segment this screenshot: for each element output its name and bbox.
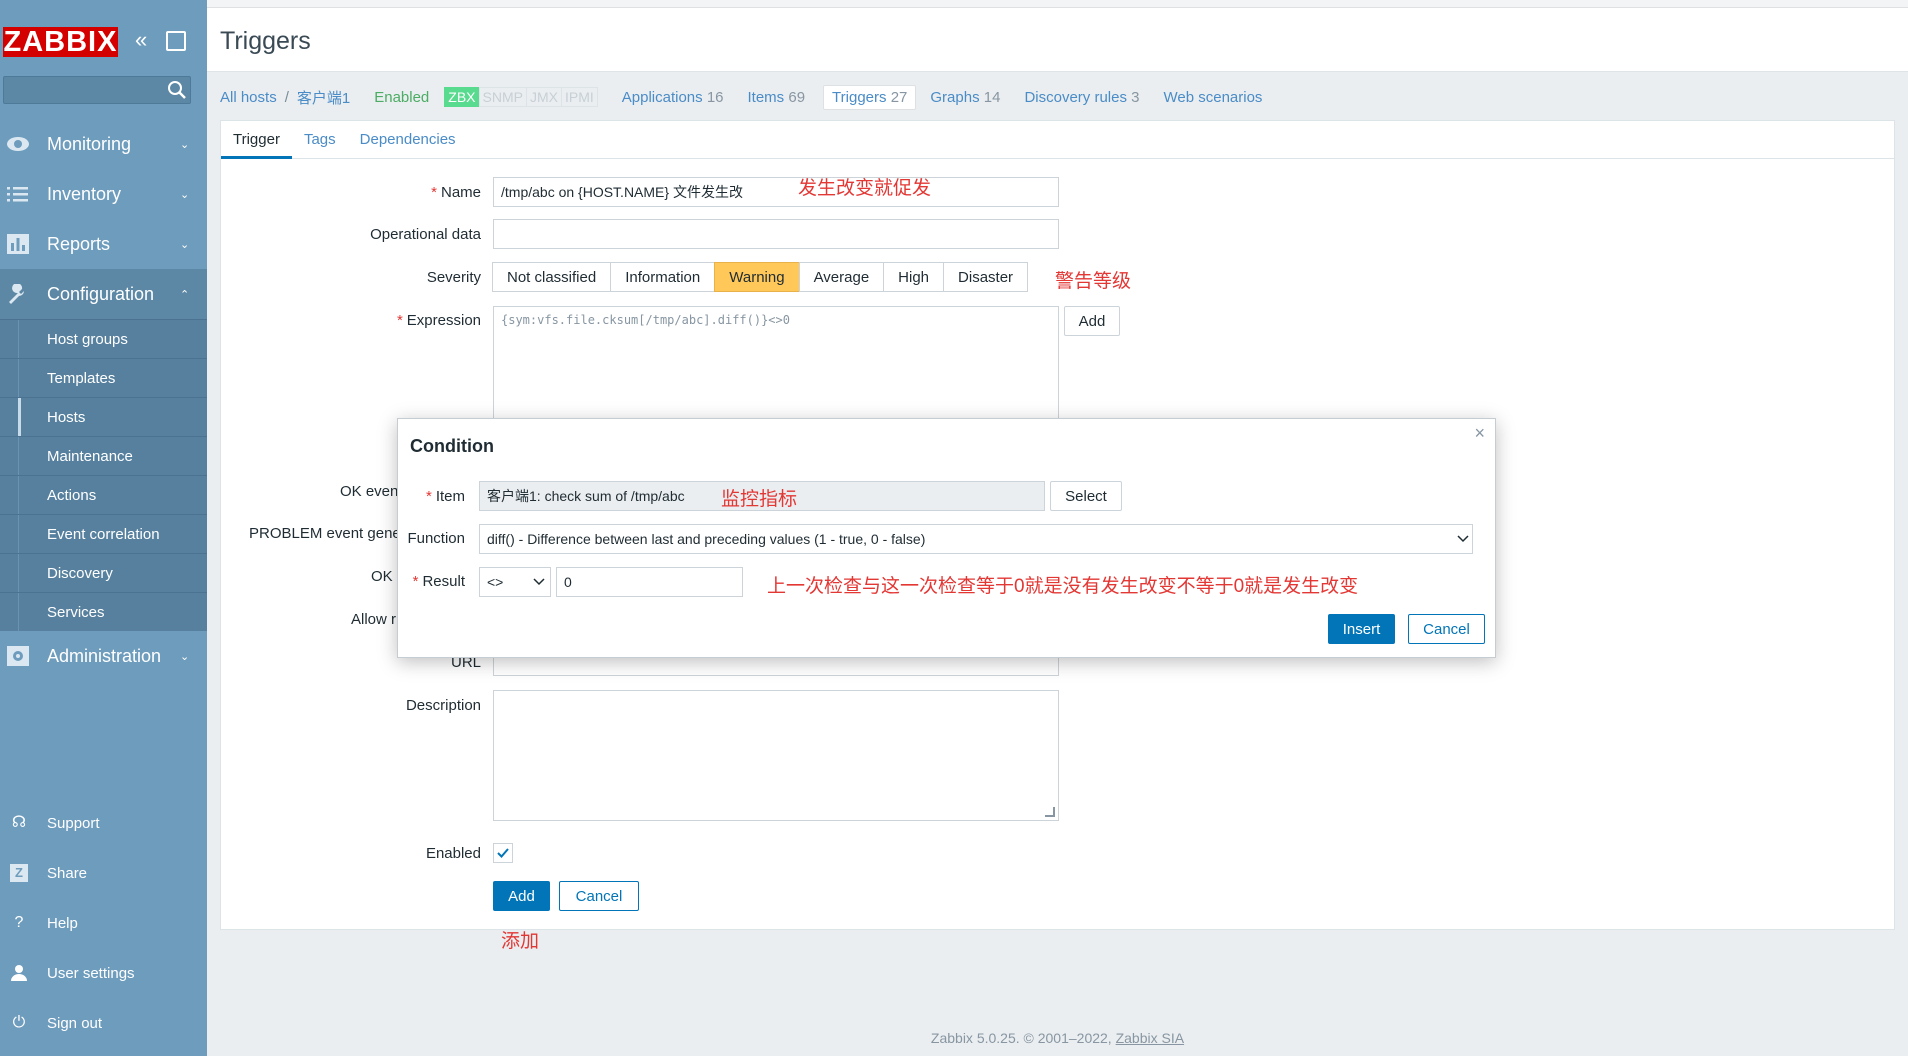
severity-annotation: 警告等级 <box>1055 271 1132 292</box>
item-label: * Item <box>425 488 465 505</box>
allow-row: Allow r <box>0 604 397 634</box>
sidebar-item-hosts[interactable]: Hosts <box>0 397 207 436</box>
insert-button[interactable]: Insert <box>1328 614 1395 644</box>
condition-dialog: Condition × * Item 客户端1: check sum of /tm… <box>397 418 1496 658</box>
zabbix-logo[interactable]: ZABBIX <box>3 27 118 57</box>
availability-indicators: ZBX SNMP JMX IPMI <box>444 87 598 107</box>
nav-discovery-rules[interactable]: Discovery rules 3 <box>1024 89 1139 106</box>
enabled-checkbox[interactable] <box>493 843 513 863</box>
checkmark-icon <box>497 848 509 858</box>
name-annotation: 发生改变就促发 <box>798 178 932 199</box>
add-annotation: 添加 <box>501 931 540 952</box>
sidebar-user-settings[interactable]: User settings <box>0 948 207 998</box>
snmp-availability-badge: SNMP <box>478 87 527 107</box>
add-trigger-button[interactable]: Add <box>493 881 550 911</box>
sidebar-sign-out[interactable]: ⏻ Sign out <box>0 998 207 1048</box>
nav-items[interactable]: Items 69 <box>748 89 806 106</box>
tab-trigger[interactable]: Trigger <box>221 121 292 159</box>
expression-textarea[interactable]: {sym:vfs.file.cksum[/tmp/abc].diff()}<>0 <box>493 306 1059 421</box>
kiosk-mode-icon[interactable] <box>166 31 186 51</box>
function-label: Function <box>407 530 465 547</box>
severity-average[interactable]: Average <box>798 262 885 292</box>
breadcrumb-host[interactable]: 客户端1 <box>297 87 350 108</box>
form-tabs: Trigger Tags Dependencies <box>221 121 1894 159</box>
help-icon: ? <box>14 914 24 931</box>
severity-warning[interactable]: Warning <box>714 262 800 292</box>
footer: Zabbix 5.0.25. © 2001–2022, Zabbix SIA <box>930 1030 1185 1046</box>
resize-handle-icon[interactable] <box>1045 807 1055 817</box>
severity-disaster[interactable]: Disaster <box>943 262 1029 292</box>
result-annotation: 上一次检查与这一次检查等于0就是没有发生改变不等于0就是发生改变 <box>767 576 1359 597</box>
nav-triggers[interactable]: Triggers 27 <box>823 84 917 110</box>
enabled-row: Enabled <box>0 838 481 868</box>
tab-dependencies[interactable]: Dependencies <box>348 121 468 159</box>
page-title: Triggers <box>220 27 311 55</box>
result-label: * Result <box>412 573 465 590</box>
eye-icon <box>7 137 29 151</box>
function-select[interactable]: diff() - Difference between last and pre… <box>479 524 1473 554</box>
host-status: Enabled <box>374 88 430 106</box>
add-expression-button[interactable]: Add <box>1064 306 1120 336</box>
page-header: Triggers <box>207 0 1908 72</box>
enabled-label: Enabled <box>425 844 481 862</box>
global-search-input[interactable] <box>3 76 191 104</box>
sidebar-help[interactable]: ? Help <box>0 898 207 948</box>
name-input[interactable]: /tmp/abc on {HOST.NAME} 文件发生改 <box>493 177 1059 207</box>
severity-information[interactable]: Information <box>610 262 716 292</box>
power-icon: ⏻ <box>12 1014 26 1031</box>
search-icon[interactable] <box>166 79 188 101</box>
name-label: * Name <box>431 183 481 201</box>
nav-applications[interactable]: Applications 16 <box>622 89 724 106</box>
severity-row: Severity <box>0 262 481 292</box>
sidebar-item-templates[interactable]: Templates <box>0 358 207 397</box>
severity-selector: Not classified Information Warning Avera… <box>492 262 1029 292</box>
expression-row: * Expression <box>0 305 481 335</box>
zbx-availability-badge: ZBX <box>444 87 480 107</box>
opdata-label: Operational data <box>370 225 481 243</box>
chevron-down-icon <box>1457 535 1469 543</box>
host-navigation: All hosts / 客户端1 Enabled ZBX SNMP JMX IP… <box>220 82 1262 112</box>
dialog-title: Condition <box>410 436 494 456</box>
ipmi-availability-badge: IPMI <box>560 87 598 107</box>
browser-top-strip <box>207 0 1908 8</box>
zabbix-sia-link[interactable]: Zabbix SIA <box>1116 1030 1184 1046</box>
description-row: Description <box>0 690 481 720</box>
expression-label: * Expression <box>396 311 481 329</box>
nav-web-scenarios[interactable]: Web scenarios <box>1163 89 1262 106</box>
jmx-availability-badge: JMX <box>525 87 562 107</box>
user-icon <box>11 965 27 981</box>
cancel-trigger-button[interactable]: Cancel <box>559 881 639 911</box>
opdata-row: Operational data <box>0 219 481 249</box>
close-icon[interactable]: × <box>1474 423 1485 444</box>
description-label: Description <box>405 696 481 714</box>
chevron-down-icon: ⌄ <box>180 138 190 151</box>
bottom-menu: ☊ Support Z Share ? Help User settings ⏻… <box>0 798 207 1048</box>
menu-monitoring[interactable]: Monitoring ⌄ <box>0 119 207 169</box>
severity-high[interactable]: High <box>883 262 945 292</box>
name-row: * Name <box>0 177 481 207</box>
collapse-sidebar-icon[interactable]: « <box>135 29 157 52</box>
breadcrumb-all-hosts[interactable]: All hosts <box>220 89 277 106</box>
operational-data-input[interactable] <box>493 219 1059 249</box>
select-item-button[interactable]: Select <box>1050 481 1122 511</box>
item-annotation: 监控指标 <box>721 489 798 510</box>
sidebar-item-maintenance[interactable]: Maintenance <box>0 436 207 475</box>
description-textarea[interactable] <box>493 690 1059 821</box>
tab-tags[interactable]: Tags <box>292 121 348 159</box>
severity-not-classified[interactable]: Not classified <box>492 262 612 292</box>
headset-icon: ☊ <box>11 814 27 831</box>
chevron-down-icon <box>533 578 545 586</box>
allow-manual-close-label: Allow r <box>351 610 397 628</box>
nav-graphs[interactable]: Graphs 14 <box>930 89 1000 106</box>
severity-label: Severity <box>426 268 481 286</box>
result-value-input[interactable]: 0 <box>556 567 743 597</box>
breadcrumb-separator: / <box>284 88 289 106</box>
dialog-cancel-button[interactable]: Cancel <box>1408 614 1485 644</box>
